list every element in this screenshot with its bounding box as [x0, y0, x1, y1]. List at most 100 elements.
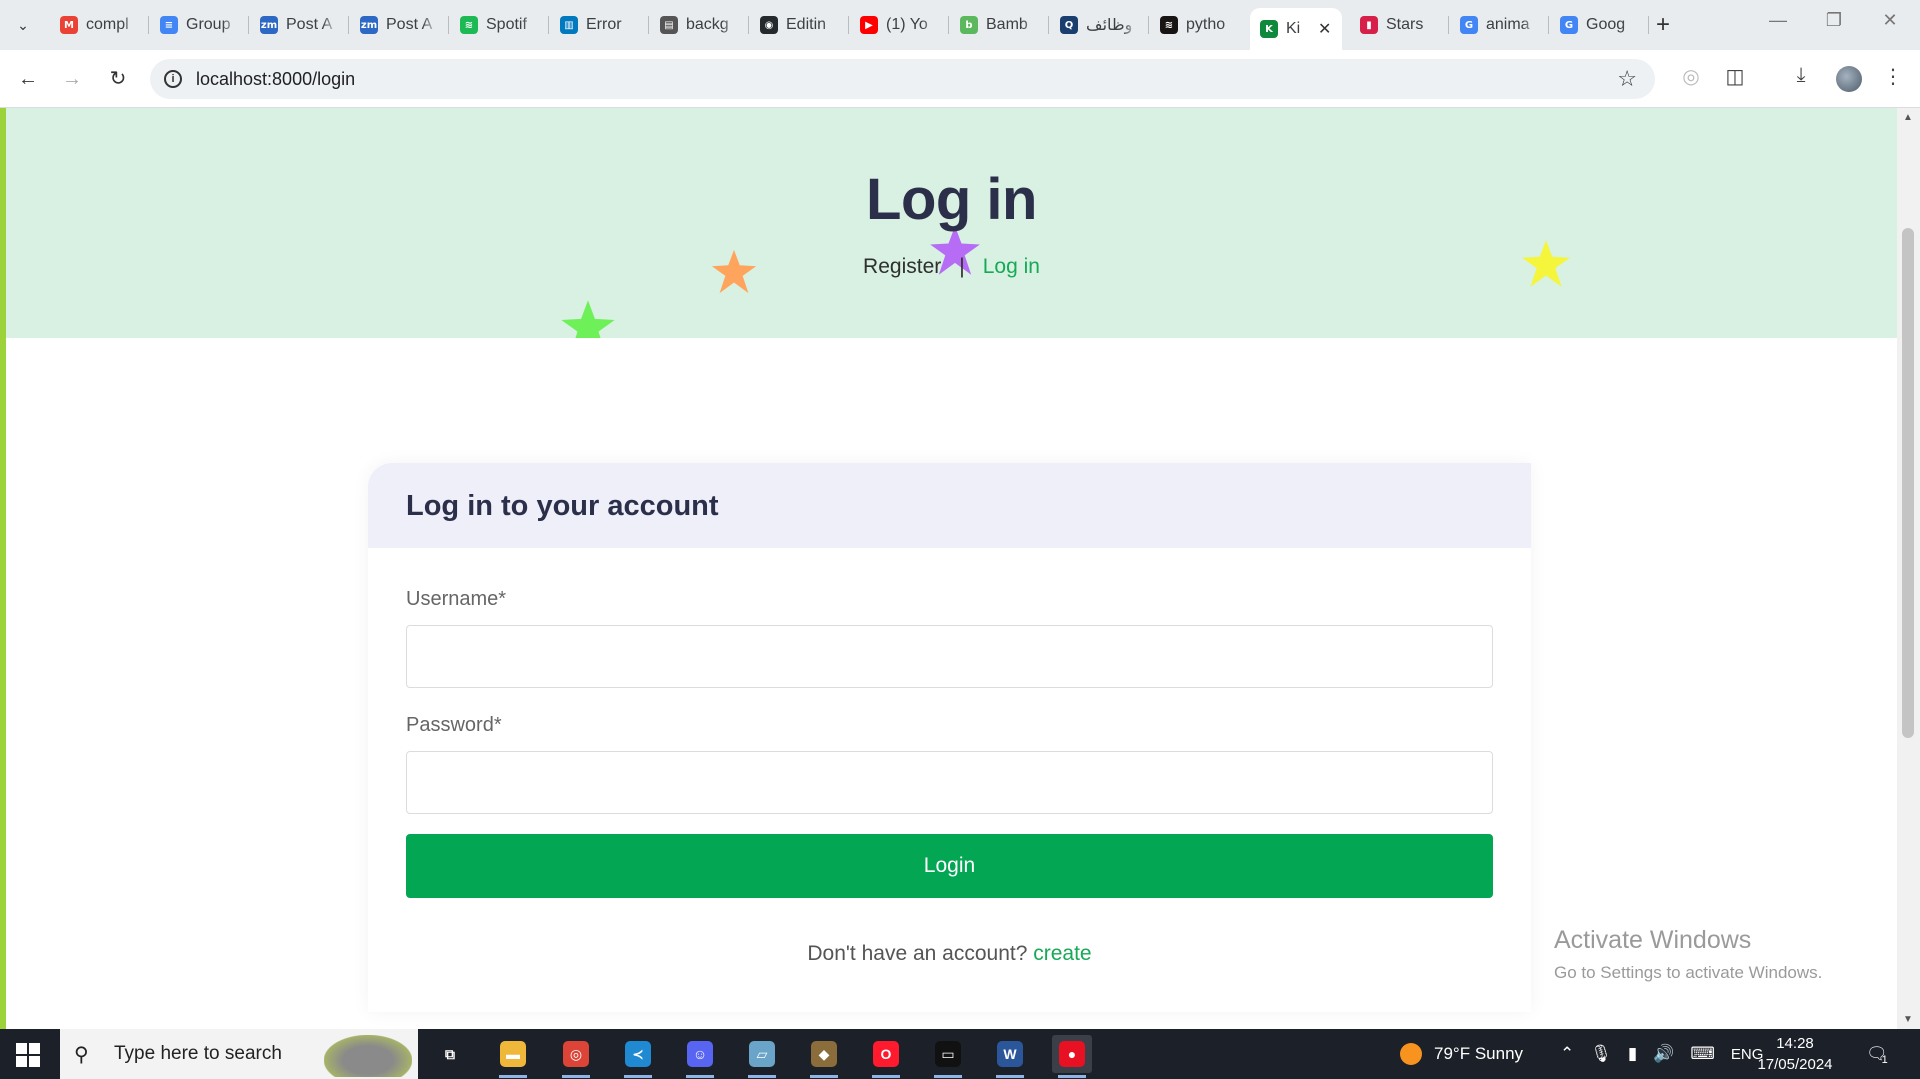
password-field[interactable] — [406, 751, 1493, 814]
tray-chevron-icon[interactable]: ⌃ — [1560, 1044, 1574, 1064]
browser-tab[interactable]: ▤ backg — [650, 8, 746, 42]
taskbar-app-button[interactable]: W — [990, 1035, 1030, 1078]
browser-toolbar: ← → ↻ i localhost:8000/login ☆ ◎ ◫ ⤓ ⋮ — [0, 50, 1920, 108]
tab-separator — [848, 16, 849, 34]
profile-avatar[interactable] — [1836, 66, 1862, 92]
tab-title: pytho — [1186, 16, 1226, 33]
username-field[interactable] — [406, 625, 1493, 688]
browser-tab[interactable]: ◉ Editin — [750, 8, 846, 42]
tab-separator — [1648, 16, 1649, 34]
browser-tab[interactable]: b Bamb — [950, 8, 1046, 42]
address-bar[interactable]: i localhost:8000/login ☆ — [150, 59, 1655, 99]
register-link[interactable]: Register — [863, 255, 941, 278]
browser-tab[interactable]: ≋ pytho — [1150, 8, 1246, 42]
tab-title: backg — [686, 16, 729, 33]
close-window-icon[interactable]: ✕ — [1870, 10, 1910, 31]
restore-icon[interactable]: ❐ — [1814, 10, 1854, 31]
auth-nav: Register | Log in — [6, 255, 1897, 279]
tab-separator — [1148, 16, 1149, 34]
browser-tab[interactable]: K Ki ✕ — [1250, 8, 1342, 50]
tab-title: Ki — [1286, 20, 1301, 37]
translate-icon: G — [1560, 16, 1578, 34]
opera-icon: O — [873, 1041, 899, 1067]
page-title: Log in — [866, 167, 1037, 232]
menu-kebab-icon[interactable]: ⋮ — [1878, 64, 1908, 89]
tab-search-chevron-icon[interactable]: ⌄ — [10, 12, 36, 38]
taskbar-app-button[interactable]: ▱ — [742, 1035, 782, 1078]
minimize-icon[interactable]: — — [1758, 10, 1798, 31]
browser-tab[interactable]: G Goog — [1550, 8, 1646, 42]
keyboard-icon[interactable]: ⌨ — [1690, 1044, 1715, 1064]
back-arrow-icon[interactable]: ← — [14, 65, 42, 93]
taskbar-app-button[interactable]: ▭ — [928, 1035, 968, 1078]
url-text[interactable]: localhost:8000/login — [196, 69, 355, 90]
git-icon: ◆ — [811, 1041, 837, 1067]
clock[interactable]: 14:28 17/05/2024 — [1752, 1033, 1838, 1075]
bookmark-icon: ▮ — [1360, 16, 1378, 34]
browser-tab[interactable]: ▥ Error — [550, 8, 646, 42]
browser-tab[interactable]: Mcompl — [50, 8, 146, 42]
taskbar-search[interactable]: ⚲ Type here to search — [60, 1029, 418, 1079]
notes-icon: ▱ — [749, 1041, 775, 1067]
extension-puzzle-faded-icon[interactable]: ◎ — [1676, 64, 1706, 89]
login-card: Log in to your account Username* Passwor… — [368, 463, 1531, 1012]
tab-title: وظائف — [1086, 17, 1133, 34]
scroll-down-icon[interactable]: ▼ — [1903, 1014, 1913, 1025]
notification-center-icon[interactable]: 🗨 1 — [1866, 1029, 1888, 1079]
microphone-icon[interactable]: 🎙 — [1590, 1044, 1612, 1064]
chrome-icon: ◎ — [563, 1041, 589, 1067]
taskbar-app-button[interactable]: ≺ — [618, 1035, 658, 1078]
browser-tab[interactable]: zm Post A — [250, 8, 346, 42]
tab-separator — [348, 16, 349, 34]
password-label: Password* — [406, 714, 502, 736]
page-scrollbar[interactable]: ▲ ▼ — [1897, 108, 1920, 1029]
signup-prompt: Don't have an account? create — [406, 942, 1493, 966]
browser-tab[interactable]: ▮ Stars — [1350, 8, 1446, 42]
login-link[interactable]: Log in — [983, 255, 1040, 278]
taskbar-app-button[interactable]: ☺ — [680, 1035, 720, 1078]
github-icon: ◉ — [760, 16, 778, 34]
login-button[interactable]: Login — [406, 834, 1493, 898]
tab-title: Group — [186, 16, 231, 33]
nav-separator: | — [959, 255, 965, 278]
create-account-link[interactable]: create — [1033, 942, 1091, 965]
taskbar-app-button[interactable]: ▬ — [493, 1035, 533, 1078]
speaker-icon[interactable]: 🔊 — [1653, 1044, 1674, 1064]
bookmark-star-icon[interactable]: ☆ — [1617, 66, 1637, 92]
taskbar-app-button[interactable]: O — [866, 1035, 906, 1078]
new-tab-button[interactable]: + — [1650, 11, 1676, 39]
reload-icon[interactable]: ↻ — [104, 65, 132, 93]
browser-tab[interactable]: ≡ Group — [150, 8, 246, 42]
windows-start-icon[interactable] — [16, 1043, 40, 1067]
site-info-icon[interactable]: i — [164, 70, 182, 88]
taskbar-app-button[interactable]: ⧉ — [430, 1035, 470, 1073]
clock-date: 17/05/2024 — [1757, 1056, 1833, 1073]
browser-tab[interactable]: zm Post A — [350, 8, 446, 42]
tab-separator — [748, 16, 749, 34]
discord-icon: ☺ — [687, 1041, 713, 1067]
weather-widget[interactable]: 79°F Sunny — [1400, 1029, 1523, 1079]
browser-tab[interactable]: Ganima — [1450, 8, 1546, 42]
spotify-icon: ≋ — [460, 16, 478, 34]
battery-icon[interactable]: ▮ — [1628, 1044, 1637, 1064]
search-highlight-elephant-icon[interactable] — [324, 1035, 412, 1077]
browser-tab[interactable]: Q وظائف — [1050, 8, 1146, 42]
taskbar-app-button[interactable]: ● — [1052, 1035, 1092, 1078]
browser-tab[interactable]: ≋ Spotif — [450, 8, 546, 42]
scroll-thumb[interactable] — [1902, 228, 1914, 738]
forward-arrow-icon[interactable]: → — [58, 65, 86, 93]
taskbar-app-button[interactable]: ◎ — [556, 1035, 596, 1078]
browser-tab[interactable]: ▶ (1) Yo — [850, 8, 946, 42]
taskbar-app-button[interactable]: ◆ — [804, 1035, 844, 1078]
tab-separator — [648, 16, 649, 34]
watermark-subtitle: Go to Settings to activate Windows. — [1554, 963, 1823, 982]
extensions-icon[interactable]: ◫ — [1720, 64, 1750, 89]
download-icon[interactable]: ⤓ — [1786, 64, 1816, 87]
tab-separator — [448, 16, 449, 34]
activate-windows-watermark: Activate Windows Go to Settings to activ… — [1554, 926, 1822, 983]
tab-title: Goog — [1586, 16, 1626, 33]
scroll-up-icon[interactable]: ▲ — [1903, 112, 1913, 123]
close-tab-icon[interactable]: ✕ — [1318, 19, 1331, 39]
trello-icon: ▥ — [560, 16, 578, 34]
terminal-icon: ▭ — [935, 1041, 961, 1067]
